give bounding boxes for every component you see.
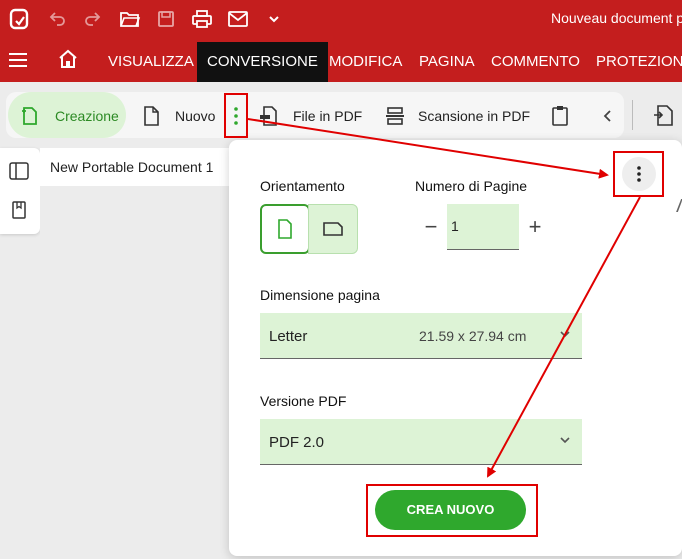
page-size-dimensions: 21.59 x 27.94 cm xyxy=(419,328,527,344)
document-tab-title: New Portable Document 1 xyxy=(50,159,214,175)
portrait-page-icon xyxy=(278,219,292,239)
new-button[interactable]: Nuovo xyxy=(140,93,215,139)
tab-pagina[interactable]: PAGINA xyxy=(419,38,475,82)
page-size-value: Letter xyxy=(269,328,308,345)
document-tab[interactable]: New Portable Document 1 xyxy=(40,148,230,186)
chevron-down-icon xyxy=(560,331,570,338)
highlight-more-options xyxy=(224,93,248,138)
home-icon[interactable] xyxy=(57,48,79,70)
file-to-pdf-label: File in PDF xyxy=(293,108,363,124)
right-edge-icon: Λ xyxy=(676,196,682,216)
create-button[interactable]: Creazione xyxy=(18,93,119,139)
undo-icon[interactable] xyxy=(44,6,70,32)
convert-doc-icon[interactable] xyxy=(652,103,676,129)
create-doc-icon xyxy=(18,105,40,127)
mail-icon[interactable] xyxy=(225,6,251,32)
orientation-label: Orientamento xyxy=(260,178,345,194)
document-area xyxy=(40,186,230,559)
tab-visualizza[interactable]: VISUALIZZA xyxy=(108,38,194,82)
file-to-pdf-button[interactable]: File in PDF xyxy=(258,93,362,139)
tab-modifica[interactable]: MODIFICA xyxy=(329,38,402,82)
bookmark-icon[interactable] xyxy=(11,200,27,220)
toolbar-divider xyxy=(632,100,633,130)
open-folder-icon[interactable] xyxy=(117,6,143,32)
page-size-select[interactable]: Letter 21.59 x 27.94 cm xyxy=(260,313,582,359)
side-panel xyxy=(0,148,40,234)
scan-to-pdf-label: Scansione in PDF xyxy=(418,108,531,124)
create-label: Creazione xyxy=(55,108,119,124)
new-doc-icon xyxy=(140,105,162,127)
highlight-create-button xyxy=(366,484,538,537)
tab-protezione[interactable]: PROTEZIONE xyxy=(596,38,682,82)
redo-icon[interactable] xyxy=(80,6,106,32)
highlight-panel-options xyxy=(613,151,664,197)
print-icon[interactable] xyxy=(189,6,215,32)
pages-count-input[interactable]: 1 xyxy=(447,204,519,250)
pdf-version-label: Versione PDF xyxy=(260,393,347,409)
window-title: Nouveau document p xyxy=(551,10,682,26)
pdf-version-select[interactable]: PDF 2.0 xyxy=(260,419,582,465)
new-label: Nuovo xyxy=(175,108,216,124)
title-bar: Nouveau document p xyxy=(0,0,682,38)
chevron-down-icon xyxy=(560,437,570,444)
tab-commento[interactable]: COMMENTO xyxy=(491,38,580,82)
hamburger-menu-icon[interactable] xyxy=(7,49,29,71)
landscape-orientation-button[interactable] xyxy=(308,204,358,254)
file-to-pdf-icon xyxy=(258,105,280,127)
tab-conversione[interactable]: CONVERSIONE xyxy=(197,42,328,82)
scan-to-pdf-button[interactable]: Scansione in PDF xyxy=(384,93,530,139)
chevron-left-icon[interactable] xyxy=(601,108,615,124)
chevron-down-icon[interactable] xyxy=(261,6,287,32)
page-size-label: Dimensione pagina xyxy=(260,287,380,303)
save-icon[interactable] xyxy=(153,6,179,32)
app-logo-icon xyxy=(6,6,32,32)
decrement-button[interactable]: − xyxy=(420,216,442,239)
pages-count-label: Numero di Pagine xyxy=(415,178,528,194)
portrait-orientation-button[interactable] xyxy=(260,204,310,254)
scanner-icon xyxy=(384,105,406,127)
landscape-page-icon xyxy=(323,222,343,236)
clipboard-icon[interactable] xyxy=(549,104,571,128)
pdf-version-value: PDF 2.0 xyxy=(269,434,325,451)
ribbon-tabs: VISUALIZZA CONVERSIONE MODIFICA PAGINA C… xyxy=(0,38,682,82)
increment-button[interactable]: + xyxy=(524,216,546,239)
panel-toggle-icon[interactable] xyxy=(9,162,29,180)
